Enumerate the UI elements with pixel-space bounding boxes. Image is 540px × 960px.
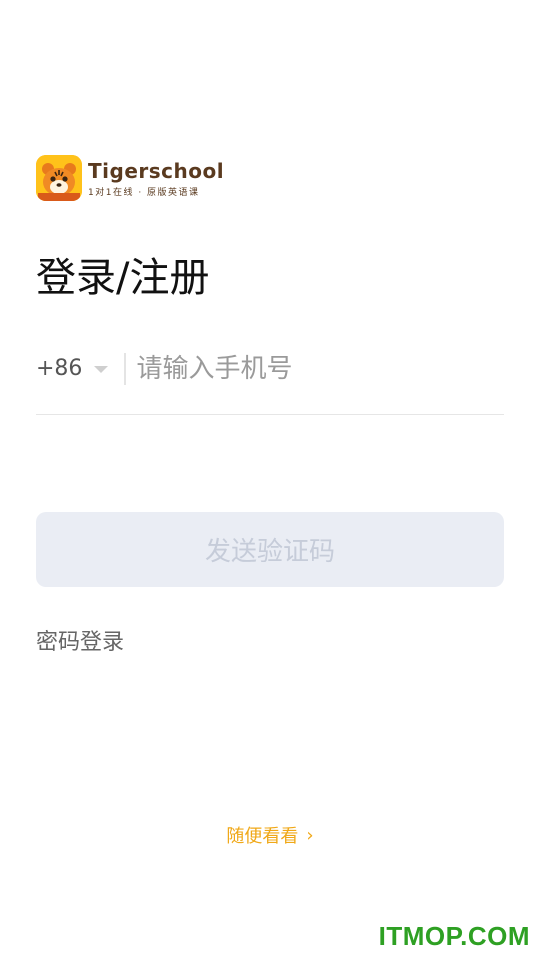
login-screen: Tigerschool 1对1在线 · 原版英语课 登录/注册 +86 发送验证… [0, 0, 540, 960]
brand-header: Tigerschool 1对1在线 · 原版英语课 [36, 155, 224, 201]
chevron-right-icon: › [306, 824, 314, 846]
chevron-down-icon [94, 366, 109, 373]
send-code-button[interactable]: 发送验证码 [36, 512, 504, 587]
tiger-mascot-icon [36, 155, 82, 201]
brand-text: Tigerschool 1对1在线 · 原版英语课 [88, 159, 224, 198]
browse-link[interactable]: 随便看看 › [0, 822, 540, 848]
watermark: ITMOP.COM [378, 921, 530, 951]
country-code-value: +86 [36, 356, 83, 381]
page-title: 登录/注册 [36, 255, 210, 301]
browse-link-label: 随便看看 [226, 826, 299, 847]
phone-number-input[interactable] [136, 353, 477, 384]
phone-input-row: +86 [36, 345, 504, 415]
password-login-link[interactable]: 密码登录 [36, 624, 124, 656]
brand-name: Tigerschool [88, 158, 225, 183]
input-divider [124, 352, 127, 385]
country-code-selector[interactable]: +86 [36, 356, 109, 381]
brand-slogan: 1对1在线 · 原版英语课 [88, 187, 200, 198]
